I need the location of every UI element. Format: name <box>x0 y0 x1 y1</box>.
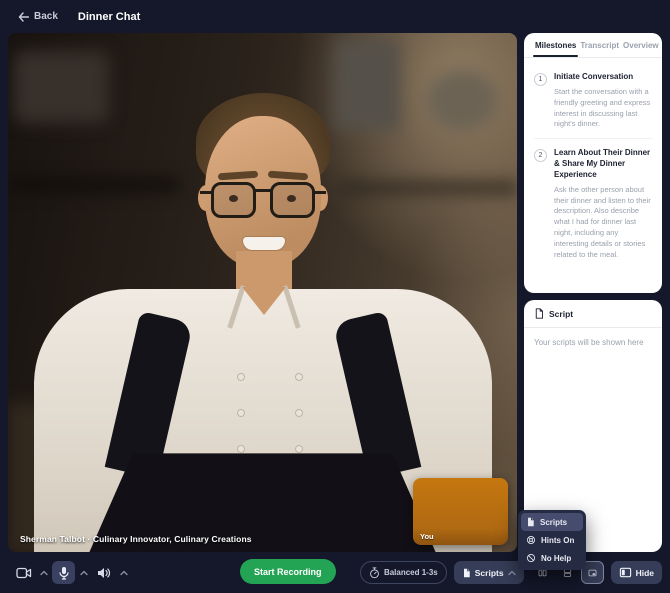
tab-transcript[interactable]: Transcript <box>578 33 621 57</box>
menu-item-label: Scripts <box>540 518 567 527</box>
coat-button <box>237 445 245 453</box>
milestone-number: 1 <box>534 73 547 86</box>
file-icon <box>462 568 471 578</box>
file-icon <box>534 308 544 319</box>
speaker-button[interactable] <box>92 561 115 584</box>
microphone-options-caret[interactable] <box>78 570 89 576</box>
speaker-caption: Sherman Talbot · Culinary Innovator, Cul… <box>20 534 252 544</box>
chevron-up-icon <box>508 570 516 576</box>
script-panel-title: Script <box>549 309 573 319</box>
speaker-options-caret[interactable] <box>118 570 129 576</box>
page-title: Dinner Chat <box>78 11 140 23</box>
self-view-label: You <box>420 532 434 541</box>
arrow-left-icon <box>18 12 29 22</box>
coat-button <box>237 373 245 381</box>
start-recording-button[interactable]: Start Recording <box>240 559 336 584</box>
background-pot <box>14 51 109 123</box>
milestone-title: Initiate Conversation <box>554 72 652 83</box>
scripts-button-label: Scripts <box>475 568 504 578</box>
script-panel-header: Script <box>524 300 662 328</box>
self-view-video[interactable]: You <box>413 478 508 545</box>
back-button[interactable]: Back <box>18 11 58 22</box>
background-shelf <box>338 183 517 193</box>
camera-icon <box>16 567 32 579</box>
tab-milestones[interactable]: Milestones <box>533 33 578 57</box>
milestone-item: 1 Initiate Conversation Start the conver… <box>534 66 652 138</box>
camera-options-caret[interactable] <box>38 570 49 576</box>
coat-button <box>295 373 303 381</box>
milestone-description: Ask the other person about their dinner … <box>554 185 652 261</box>
chef-photo <box>8 33 517 552</box>
menu-item-hints-on[interactable]: Hints On <box>521 531 583 549</box>
milestone-description: Start the conversation with a friendly g… <box>554 87 652 131</box>
av-controls <box>12 561 129 584</box>
milestone-title: Learn About Their Dinner & Share My Dinn… <box>554 148 652 180</box>
script-placeholder: Your scripts will be shown here <box>524 328 662 357</box>
hide-panel-button[interactable]: Hide <box>611 561 662 584</box>
bottom-right-controls: Balanced 1-3s Scripts Hide <box>360 561 662 584</box>
panel-left-icon <box>619 566 632 579</box>
glasses-stem <box>314 191 326 194</box>
hints-icon <box>526 535 536 545</box>
chef-eye <box>229 195 238 202</box>
camera-button[interactable] <box>12 561 35 584</box>
glasses-bridge <box>254 189 272 192</box>
no-help-icon <box>526 553 536 563</box>
file-icon <box>526 517 535 527</box>
milestone-item: 2 Learn About Their Dinner & Share My Di… <box>534 138 652 269</box>
chevron-up-icon <box>120 570 128 576</box>
coat-button <box>295 445 303 453</box>
microphone-button[interactable] <box>52 561 75 584</box>
chevron-up-icon <box>40 570 48 576</box>
background-shelf <box>8 179 178 191</box>
app-window: Back Dinner Chat <box>0 0 670 593</box>
response-speed-button[interactable]: Balanced 1-3s <box>360 561 447 584</box>
tab-overview[interactable]: Overview <box>621 33 661 57</box>
menu-item-label: Hints On <box>541 536 574 545</box>
coat-button <box>237 409 245 417</box>
hide-button-label: Hide <box>636 568 654 578</box>
chevron-up-icon <box>80 570 88 576</box>
speaker-icon <box>97 567 111 579</box>
milestone-number: 2 <box>534 149 547 162</box>
menu-item-label: No Help <box>541 554 571 563</box>
background-pot <box>334 39 400 131</box>
back-label: Back <box>34 11 58 22</box>
top-bar: Back Dinner Chat <box>0 0 670 33</box>
menu-item-no-help[interactable]: No Help <box>521 549 583 567</box>
timer-icon <box>369 567 380 579</box>
coat-button <box>295 409 303 417</box>
response-speed-label: Balanced 1-3s <box>384 568 438 577</box>
help-mode-menu: Scripts Hints On No Help <box>518 510 586 570</box>
milestone-list: 1 Initiate Conversation Start the conver… <box>524 58 662 269</box>
scripts-dropdown-button[interactable]: Scripts <box>454 561 524 584</box>
panel-tabs: Milestones Transcript Overview <box>524 33 662 58</box>
microphone-icon <box>58 566 70 580</box>
layout-pip-icon <box>588 566 597 580</box>
milestones-panel: Milestones Transcript Overview 1 Initiat… <box>524 33 662 293</box>
chef-smile <box>242 236 286 251</box>
menu-item-scripts[interactable]: Scripts <box>521 513 583 531</box>
background-pot <box>426 69 498 131</box>
remote-video-feed: Sherman Talbot · Culinary Innovator, Cul… <box>8 33 517 552</box>
chef-eye <box>287 195 296 202</box>
